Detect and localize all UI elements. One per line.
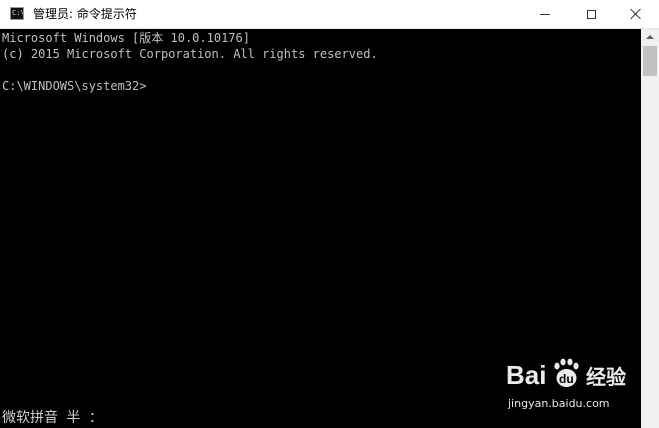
scroll-thumb[interactable] xyxy=(643,46,657,76)
cmd-window: C:\ 管理员: 命令提示符 Microsoft Windows [版本 10.… xyxy=(0,0,659,428)
command-prompt[interactable]: C:\WINDOWS\system32> xyxy=(2,78,147,94)
title-bar[interactable]: C:\ 管理员: 命令提示符 xyxy=(0,0,659,29)
cmd-icon[interactable]: C:\ xyxy=(10,7,24,20)
baidu-watermark: Bai du 经验 jingyan.baidu.com xyxy=(506,357,632,415)
baidu-jingyan-logo: Bai du 经验 xyxy=(506,358,626,390)
scroll-up-button[interactable] xyxy=(641,29,659,45)
svg-text:经验: 经验 xyxy=(586,365,626,389)
watermark-url: jingyan.baidu.com xyxy=(508,397,610,410)
minimize-icon xyxy=(540,13,550,15)
maximize-icon xyxy=(586,9,596,19)
maximize-button[interactable] xyxy=(568,0,614,28)
arrow-up-icon xyxy=(646,35,654,39)
ime-status-bar: 微软拼音 半 ： xyxy=(2,410,103,426)
svg-text:Bai: Bai xyxy=(506,360,546,390)
svg-text:du: du xyxy=(559,372,574,386)
console-line-version: Microsoft Windows [版本 10.0.10176] xyxy=(2,31,250,45)
close-button[interactable] xyxy=(613,0,659,28)
close-icon xyxy=(630,8,642,20)
vertical-scrollbar[interactable] xyxy=(641,29,659,428)
minimize-button[interactable] xyxy=(522,0,568,28)
window-title: 管理员: 命令提示符 xyxy=(33,7,137,21)
console-line-copyright: (c) 2015 Microsoft Corporation. All righ… xyxy=(2,47,378,61)
